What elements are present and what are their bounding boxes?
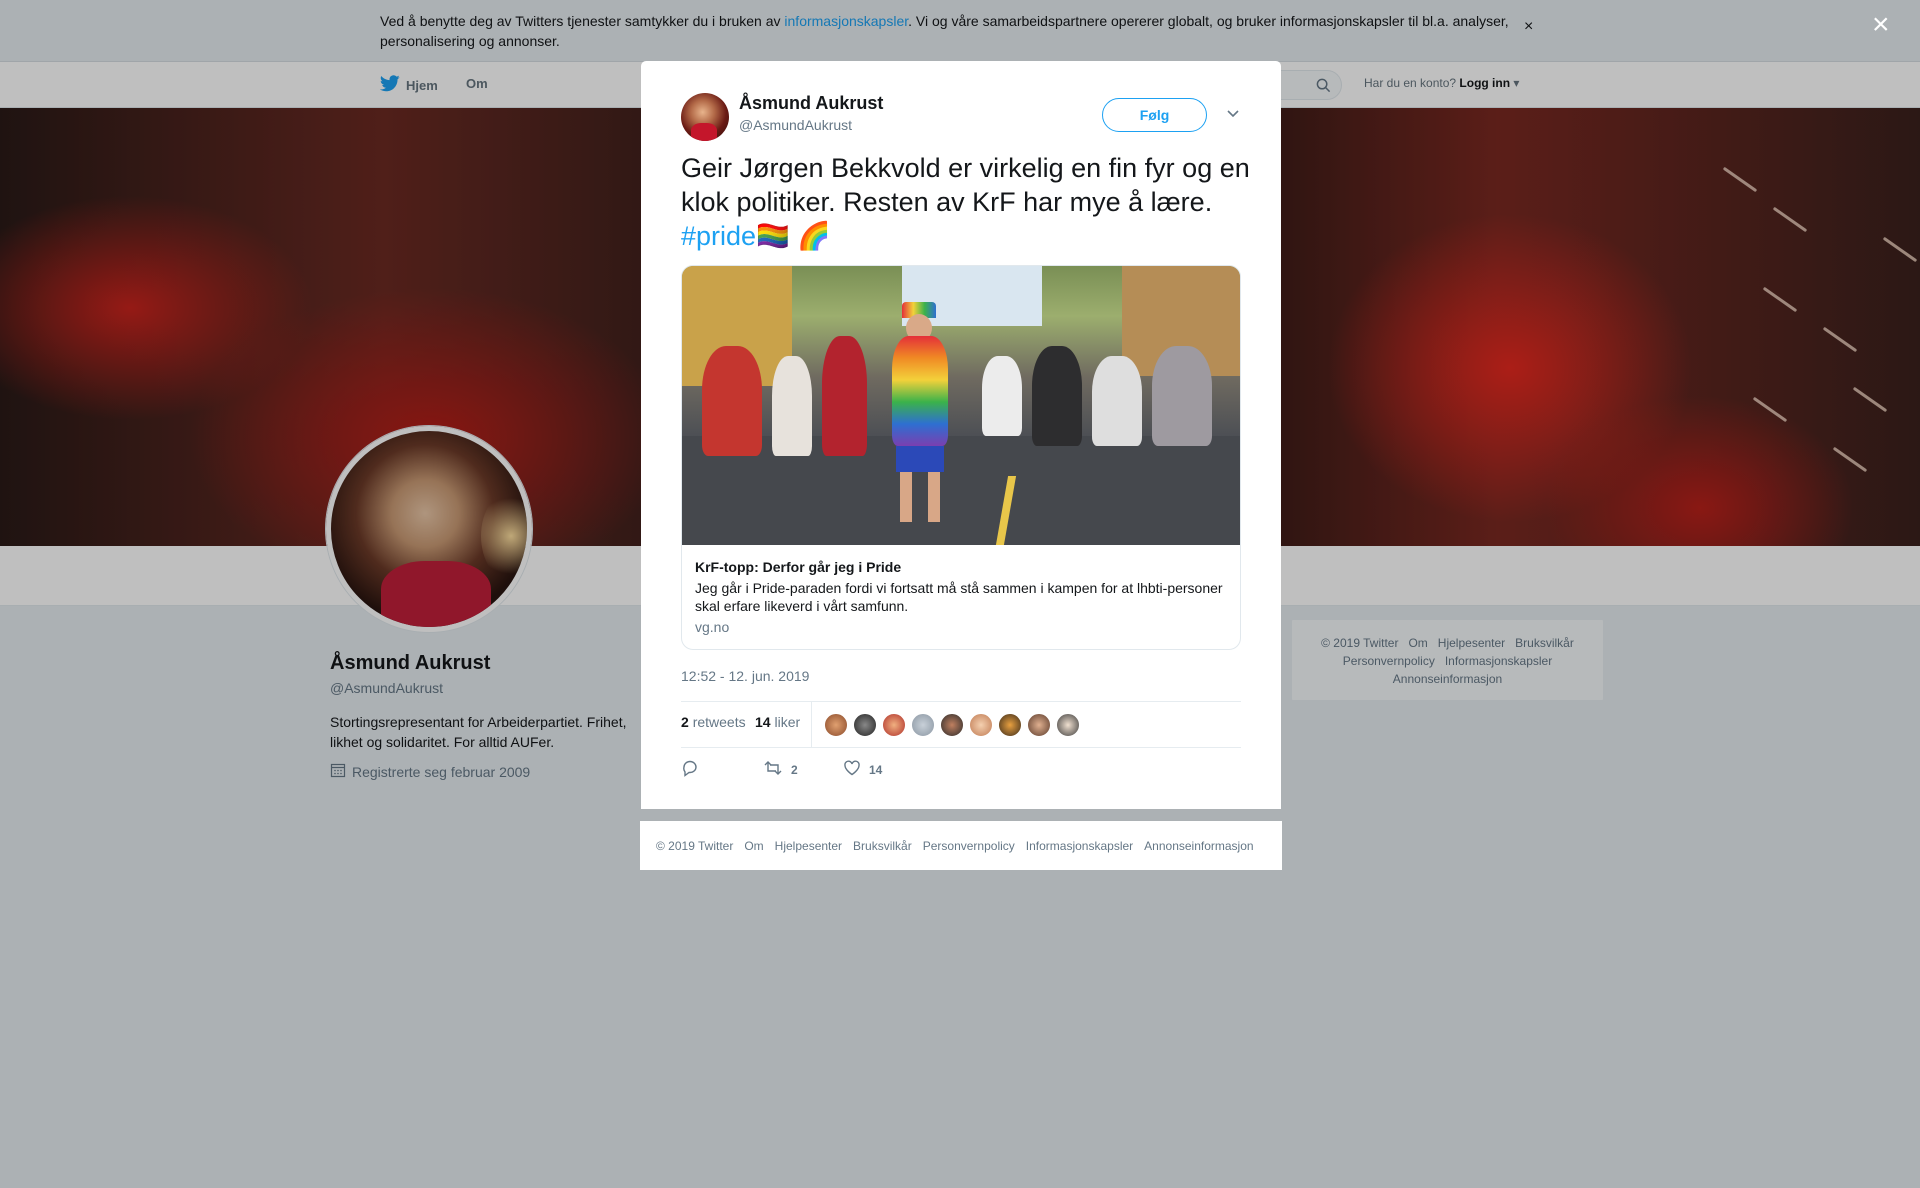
link-preview-card[interactable]: KrF-topp: Derfor går jeg i Pride Jeg går… bbox=[681, 265, 1241, 650]
tweet-emoji: 🏳️‍🌈 🌈 bbox=[756, 221, 831, 251]
card-title: KrF-topp: Derfor går jeg i Pride bbox=[695, 559, 902, 575]
liker-avatar[interactable] bbox=[911, 713, 935, 737]
card-image-road bbox=[682, 436, 1240, 545]
card-image-shorts bbox=[896, 446, 944, 472]
liker-avatar[interactable] bbox=[824, 713, 848, 737]
liker-avatar[interactable] bbox=[1056, 713, 1080, 737]
footer-link[interactable]: Hjelpesenter bbox=[775, 839, 842, 853]
reply-icon bbox=[681, 759, 699, 780]
likes-label: liker bbox=[774, 714, 801, 730]
avatar-scarf bbox=[691, 123, 717, 141]
footer-link[interactable]: Informasjonskapsler bbox=[1026, 839, 1133, 853]
follow-button[interactable]: Følg bbox=[1102, 98, 1207, 132]
card-body: KrF-topp: Derfor går jeg i Pride Jeg går… bbox=[682, 545, 1240, 649]
tweet-timestamp[interactable]: 12:52 - 12. jun. 2019 bbox=[681, 668, 809, 684]
tweet-actions: 2 14 bbox=[681, 759, 1241, 783]
tweet-author-name[interactable]: Åsmund Aukrust bbox=[739, 93, 883, 114]
card-image-person bbox=[702, 346, 762, 456]
retweets-stat[interactable]: 2 retweets bbox=[681, 714, 746, 730]
retweets-label: retweets bbox=[692, 714, 746, 730]
liker-avatar[interactable] bbox=[1027, 713, 1051, 737]
likes-count: 14 bbox=[755, 714, 771, 730]
retweets-count: 2 bbox=[681, 714, 689, 730]
tweet-stats: 2 retweets 14 liker bbox=[681, 701, 1241, 748]
like-count: 14 bbox=[869, 762, 883, 777]
liker-avatar[interactable] bbox=[853, 713, 877, 737]
footer-link[interactable]: © 2019 Twitter bbox=[656, 839, 733, 853]
card-image-person bbox=[1092, 356, 1142, 446]
card-image-person bbox=[822, 336, 867, 456]
liker-avatar[interactable] bbox=[998, 713, 1022, 737]
card-description: Jeg går i Pride-paraden fordi vi fortsat… bbox=[695, 580, 1223, 614]
tweet-author-handle[interactable]: @AsmundAukrust bbox=[739, 117, 852, 133]
tweet-modal: Åsmund Aukrust @AsmundAukrust Følg Geir … bbox=[641, 61, 1281, 809]
card-image-leg bbox=[928, 472, 940, 522]
footer-link[interactable]: Om bbox=[744, 839, 763, 853]
likes-stat[interactable]: 14 liker bbox=[755, 714, 800, 730]
liker-avatar[interactable] bbox=[969, 713, 993, 737]
footer-link[interactable]: Annonseinformasjon bbox=[1144, 839, 1253, 853]
card-image-leg bbox=[900, 472, 912, 522]
liker-avatar[interactable] bbox=[882, 713, 906, 737]
tweet-author-avatar[interactable] bbox=[681, 93, 729, 141]
hashtag-link[interactable]: #pride bbox=[681, 221, 756, 251]
modal-close-button[interactable]: × bbox=[1872, 10, 1890, 40]
card-image-person bbox=[982, 356, 1022, 436]
liker-avatar[interactable] bbox=[940, 713, 964, 737]
like-button[interactable]: 14 bbox=[843, 759, 882, 780]
retweet-count: 2 bbox=[791, 762, 798, 777]
card-image-person bbox=[1032, 346, 1082, 446]
modal-footer: © 2019 Twitter Om Hjelpesenter Bruksvilk… bbox=[640, 821, 1282, 870]
tweet-text: Geir Jørgen Bekkvold er virkelig en fin … bbox=[681, 151, 1251, 253]
footer-link[interactable]: Bruksvilkår bbox=[853, 839, 912, 853]
retweet-button[interactable]: 2 bbox=[763, 759, 798, 780]
card-image-person bbox=[1152, 346, 1212, 446]
reply-button[interactable] bbox=[681, 759, 699, 780]
card-image-rainbow-shirt bbox=[892, 336, 948, 446]
card-image-person bbox=[772, 356, 812, 456]
retweet-icon bbox=[763, 759, 783, 780]
card-domain: vg.no bbox=[695, 619, 730, 635]
card-image bbox=[682, 266, 1240, 545]
footer-link[interactable]: Personvernpolicy bbox=[923, 839, 1015, 853]
stats-divider bbox=[811, 702, 812, 747]
heart-icon bbox=[843, 759, 861, 780]
chevron-down-icon[interactable] bbox=[1225, 105, 1241, 121]
tweet-text-body: Geir Jørgen Bekkvold er virkelig en fin … bbox=[681, 153, 1250, 217]
